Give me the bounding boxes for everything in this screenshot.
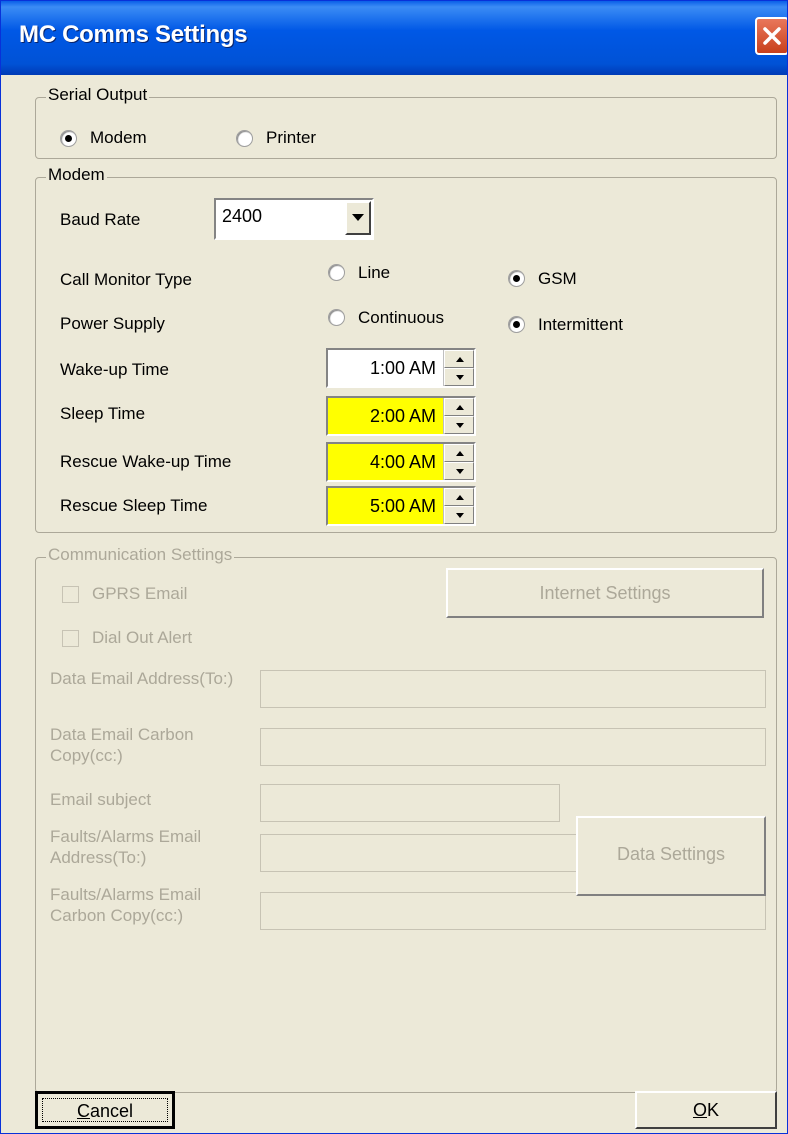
line-radio-label[interactable]: Line bbox=[358, 263, 390, 283]
rescue-sleep-time-label: Rescue Sleep Time bbox=[60, 496, 208, 515]
arrow-up-icon bbox=[456, 405, 464, 410]
spin-up-button[interactable] bbox=[444, 444, 474, 462]
arrow-up-icon bbox=[456, 357, 464, 362]
ok-label: OK bbox=[692, 1100, 720, 1120]
wakeup-time-spinner[interactable]: 1:00 AM bbox=[326, 348, 476, 388]
dialog-window: MC Comms Settings Serial Output Modem Pr… bbox=[0, 0, 788, 1134]
chevron-down-icon bbox=[352, 214, 364, 221]
wakeup-time-value: 1:00 AM bbox=[369, 358, 436, 378]
serial-output-group: Serial Output Modem Printer bbox=[35, 85, 777, 159]
data-settings-label: Data Settings bbox=[616, 844, 726, 864]
call-monitor-label: Call Monitor Type bbox=[60, 270, 192, 289]
faults-email-cc-field[interactable] bbox=[260, 892, 766, 930]
spin-up-button[interactable] bbox=[444, 398, 474, 416]
intermittent-radio[interactable] bbox=[508, 316, 525, 333]
dialog-body: Serial Output Modem Printer Modem Baud R… bbox=[5, 75, 783, 1129]
arrow-up-icon bbox=[456, 451, 464, 456]
communication-settings-title: Communication Settings bbox=[46, 545, 235, 565]
data-settings-button[interactable]: Data Settings bbox=[576, 816, 766, 896]
spin-down-button[interactable] bbox=[444, 416, 474, 434]
continuous-radio[interactable] bbox=[328, 309, 345, 326]
arrow-down-icon bbox=[456, 469, 464, 474]
cancel-button[interactable]: Cancel bbox=[35, 1091, 175, 1129]
cancel-label: Cancel bbox=[76, 1101, 134, 1121]
rescue-sleep-time-value: 5:00 AM bbox=[369, 496, 436, 516]
spin-down-button[interactable] bbox=[444, 506, 474, 524]
arrow-down-icon bbox=[456, 423, 464, 428]
modem-radio[interactable] bbox=[60, 130, 77, 147]
baud-rate-value: 2400 bbox=[222, 206, 263, 226]
email-subject-label: Email subject bbox=[50, 790, 152, 809]
spin-down-button[interactable] bbox=[444, 462, 474, 480]
window-title: MC Comms Settings bbox=[19, 21, 248, 48]
spin-down-button[interactable] bbox=[444, 368, 474, 386]
line-radio[interactable] bbox=[328, 264, 345, 281]
sleep-time-value: 2:00 AM bbox=[369, 406, 436, 426]
continuous-radio-label[interactable]: Continuous bbox=[358, 308, 444, 328]
baud-rate-label: Baud Rate bbox=[60, 210, 141, 229]
communication-settings-group: Communication Settings GPRS Email Intern… bbox=[35, 545, 777, 1093]
faults-email-cc-label: Faults/Alarms Email Carbon Copy(cc:) bbox=[50, 885, 202, 925]
rescue-sleep-time-spinner[interactable]: 5:00 AM bbox=[326, 486, 476, 526]
rescue-wakeup-time-label: Rescue Wake-up Time bbox=[60, 452, 232, 471]
data-email-to-field[interactable] bbox=[260, 670, 766, 708]
dropdown-button[interactable] bbox=[345, 201, 371, 235]
rescue-wakeup-time-spinner[interactable]: 4:00 AM bbox=[326, 442, 476, 482]
title-bar[interactable]: MC Comms Settings bbox=[1, 1, 787, 75]
data-email-cc-field[interactable] bbox=[260, 728, 766, 766]
close-icon bbox=[763, 27, 781, 45]
internet-settings-label: Internet Settings bbox=[539, 583, 671, 603]
close-button[interactable] bbox=[755, 17, 787, 55]
email-subject-field[interactable] bbox=[260, 784, 560, 822]
arrow-up-icon bbox=[456, 495, 464, 500]
arrow-down-icon bbox=[456, 513, 464, 518]
ok-button[interactable]: OK bbox=[635, 1091, 777, 1129]
dial-out-alert-label[interactable]: Dial Out Alert bbox=[92, 628, 192, 648]
data-email-cc-label: Data Email Carbon Copy(cc:) bbox=[50, 725, 194, 765]
printer-radio-label[interactable]: Printer bbox=[266, 128, 316, 148]
gprs-email-checkbox[interactable] bbox=[62, 586, 79, 603]
internet-settings-button[interactable]: Internet Settings bbox=[446, 568, 764, 618]
serial-output-title: Serial Output bbox=[46, 85, 150, 105]
rescue-wakeup-time-value: 4:00 AM bbox=[369, 452, 436, 472]
spin-up-button[interactable] bbox=[444, 350, 474, 368]
printer-radio[interactable] bbox=[236, 130, 253, 147]
sleep-time-label: Sleep Time bbox=[60, 404, 146, 423]
modem-radio-label[interactable]: Modem bbox=[90, 128, 147, 148]
gsm-radio-label[interactable]: GSM bbox=[538, 269, 577, 289]
modem-title: Modem bbox=[46, 165, 107, 185]
gsm-radio[interactable] bbox=[508, 270, 525, 287]
modem-group: Modem Baud Rate 2400 Call Monitor Type L… bbox=[35, 165, 777, 533]
gprs-email-label[interactable]: GPRS Email bbox=[92, 584, 187, 604]
arrow-down-icon bbox=[456, 375, 464, 380]
spin-up-button[interactable] bbox=[444, 488, 474, 506]
power-supply-label: Power Supply bbox=[60, 314, 165, 333]
faults-email-to-label: Faults/Alarms Email Address(To:) bbox=[50, 827, 202, 867]
dial-out-alert-checkbox[interactable] bbox=[62, 630, 79, 647]
wakeup-time-label: Wake-up Time bbox=[60, 360, 169, 379]
baud-rate-select[interactable]: 2400 bbox=[214, 198, 374, 240]
data-email-to-label: Data Email Address(To:) bbox=[50, 669, 234, 688]
sleep-time-spinner[interactable]: 2:00 AM bbox=[326, 396, 476, 436]
intermittent-radio-label[interactable]: Intermittent bbox=[538, 315, 623, 335]
